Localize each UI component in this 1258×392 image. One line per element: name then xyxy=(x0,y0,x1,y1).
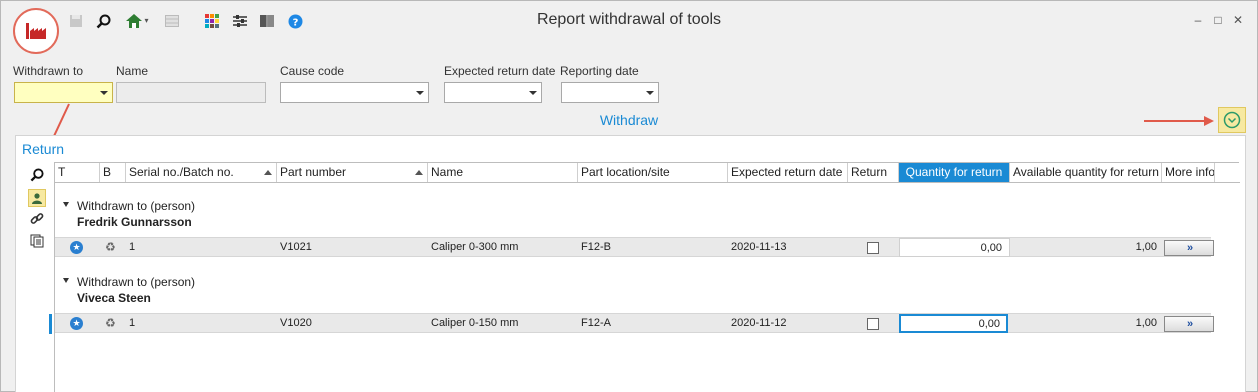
column-header-b[interactable]: B xyxy=(100,163,126,182)
column-header-part-number-label: Part number xyxy=(280,165,347,179)
column-header-available-quantity[interactable]: Available quantity for return xyxy=(1010,163,1162,182)
double-chevron-right-icon: » xyxy=(1186,318,1193,330)
column-header-t[interactable]: T xyxy=(55,163,100,182)
more-info-button[interactable]: » xyxy=(1164,316,1214,332)
cell-location: F12-B xyxy=(581,241,611,253)
cell-part-number: V1020 xyxy=(280,317,312,329)
cell-location: F12-A xyxy=(581,317,611,329)
app-window: ▾ ? Report withdrawal of tools – □ ✕ Wit… xyxy=(0,0,1258,392)
column-header-expected-return[interactable]: Expected return date xyxy=(728,163,848,182)
list-icon[interactable] xyxy=(28,232,46,250)
column-header-return[interactable]: Return xyxy=(848,163,899,182)
search-icon[interactable] xyxy=(28,166,46,184)
table-row[interactable]: ★ ♻ 1 V1020 Caliper 0-150 mm F12-A 2020-… xyxy=(49,313,1214,334)
star-icon: ★ xyxy=(70,241,83,254)
return-panel: Return T B Serial no./Batch no. Part num… xyxy=(15,135,1246,392)
column-header-location[interactable]: Part location/site xyxy=(578,163,728,182)
quantity-for-return-value: 0,00 xyxy=(978,318,1000,330)
column-header-part-number[interactable]: Part number xyxy=(277,163,428,182)
column-header-quantity-for-return[interactable]: Quantity for return xyxy=(899,163,1010,182)
table-row[interactable]: ★ ♻ 1 V1021 Caliper 0-300 mm F12-B 2020-… xyxy=(55,237,1214,257)
star-icon: ★ xyxy=(70,317,83,330)
column-header-more-info[interactable]: More info xyxy=(1162,163,1215,182)
group-title: Withdrawn to (person) xyxy=(77,199,196,213)
cell-name: Caliper 0-300 mm xyxy=(431,241,519,253)
return-checkbox[interactable] xyxy=(867,318,879,330)
cell-name: Caliper 0-150 mm xyxy=(431,317,519,329)
column-header-serial-label: Serial no./Batch no. xyxy=(129,165,234,179)
return-grid: T B Serial no./Batch no. Part number Nam… xyxy=(49,162,1240,392)
return-checkbox[interactable] xyxy=(867,242,879,254)
quantity-for-return-input[interactable]: 0,00 xyxy=(899,238,1010,257)
cell-serial: 1 xyxy=(129,241,136,253)
column-header-name[interactable]: Name xyxy=(428,163,578,182)
recycle-icon: ♻ xyxy=(105,240,116,254)
cell-available-quantity: 1,00 xyxy=(1135,317,1157,329)
sort-up-icon xyxy=(264,170,272,175)
collapse-triangle-icon[interactable] xyxy=(63,202,69,207)
group-person-name: Viveca Steen xyxy=(77,291,151,305)
cell-available-quantity: 1,00 xyxy=(1135,241,1157,253)
column-header-serial[interactable]: Serial no./Batch no. xyxy=(126,163,277,182)
double-chevron-right-icon: » xyxy=(1186,242,1193,254)
group-title: Withdrawn to (person) xyxy=(77,275,196,289)
group-person-name: Fredrik Gunnarsson xyxy=(77,215,192,229)
cell-part-number: V1021 xyxy=(280,241,312,253)
return-section-title: Return xyxy=(22,141,65,157)
grid-header: T B Serial no./Batch no. Part number Nam… xyxy=(55,163,1240,183)
row-selection-indicator xyxy=(49,314,52,334)
link-icon[interactable] xyxy=(28,210,46,228)
collapse-triangle-icon[interactable] xyxy=(63,278,69,283)
sort-up-icon xyxy=(415,170,423,175)
cell-expected-return: 2020-11-13 xyxy=(731,241,787,253)
recycle-icon: ♻ xyxy=(105,316,116,330)
cell-serial: 1 xyxy=(129,317,136,329)
person-icon[interactable] xyxy=(28,189,46,207)
quantity-for-return-input[interactable]: 0,00 xyxy=(899,314,1008,333)
cell-expected-return: 2020-11-12 xyxy=(731,317,787,329)
more-info-button[interactable]: » xyxy=(1164,240,1214,256)
quantity-for-return-value: 0,00 xyxy=(980,242,1002,254)
